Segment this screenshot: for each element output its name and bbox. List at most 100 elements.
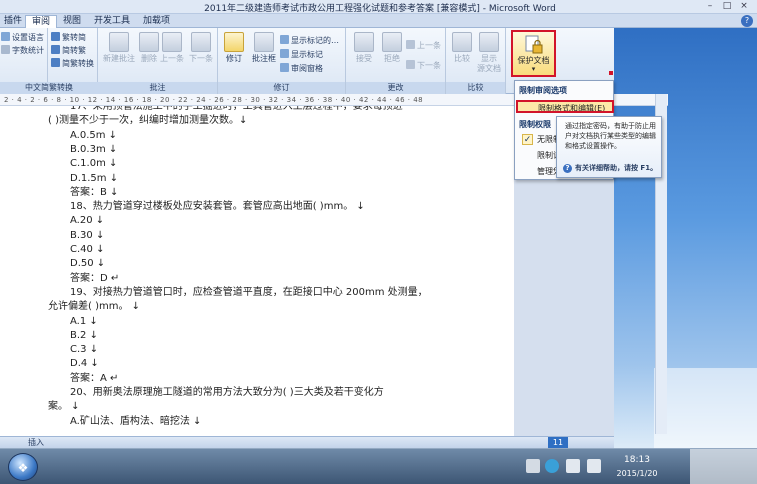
clock-time[interactable]: 18:13: [617, 455, 657, 465]
document-line[interactable]: B.0.3m ↓: [70, 143, 117, 157]
tracking-group: 修订 批注框 显示标记的… 显示标记 审阅窗格 修订: [218, 28, 346, 94]
menu-item-restrict-formatting-editing[interactable]: 限制格式和编辑(E): [516, 100, 614, 113]
close-button[interactable]: ×: [737, 1, 751, 12]
help-icon[interactable]: ?: [741, 15, 753, 27]
zoom-level[interactable]: 11: [548, 437, 568, 448]
track-changes-button[interactable]: 修订: [220, 32, 248, 80]
next-change-button[interactable]: 下一条: [406, 60, 441, 72]
document-line[interactable]: D.1.5m ↓: [70, 172, 118, 186]
display-for-review-select[interactable]: 显示标记的…: [280, 35, 339, 47]
source-documents-icon: [479, 32, 499, 52]
reject-icon: [382, 32, 402, 52]
document-line[interactable]: 答案：D ↵: [70, 272, 119, 286]
tab-addins[interactable]: 加载项: [137, 15, 176, 28]
document-line[interactable]: 案。 ↓: [48, 400, 80, 414]
maximize-button[interactable]: □: [720, 1, 734, 12]
tray-icon[interactable]: [526, 459, 540, 473]
start-button[interactable]: ❖: [8, 453, 38, 481]
document-line[interactable]: 20、用新奥法原理施工隧道的常用方法大致分为( )三大类及若干变化方: [70, 386, 384, 400]
previous-arrow-icon: [162, 32, 182, 52]
previous-arrow-icon: [406, 40, 415, 49]
chinese-conversion-group: 繁转简 简转繁 简繁转换 中文简繁转换: [0, 28, 98, 94]
previous-change-button[interactable]: 上一条: [406, 40, 441, 52]
minimize-button[interactable]: –: [703, 1, 717, 12]
checkmark-icon: ✓: [522, 134, 533, 145]
compare-group: 比较 显示 源文档 比较: [446, 28, 506, 94]
language-icon: [1, 32, 10, 41]
document-line[interactable]: C.3 ↓: [70, 343, 98, 357]
clock-date[interactable]: 2015/1/20: [608, 469, 666, 478]
markup-icon: [280, 49, 289, 58]
show-markup-button[interactable]: 显示标记: [280, 49, 323, 61]
comments-group: 新建批注 删除 上一条 下一条 批注: [98, 28, 218, 94]
tab-review[interactable]: 审阅: [25, 15, 58, 28]
document-line[interactable]: D.4 ↓: [70, 357, 99, 371]
convert-icon: [51, 58, 60, 67]
reviewing-pane-icon: [280, 63, 289, 72]
help-icon: ?: [563, 164, 572, 173]
document-line[interactable]: 19、对接热力管道管口时，应检查管道平直度，在距接口中心 200mm 处测量，: [70, 286, 428, 300]
next-comment-button[interactable]: 下一条: [186, 32, 216, 80]
accept-icon: [354, 32, 374, 52]
balloons-button[interactable]: 批注框: [248, 32, 280, 80]
protect-document-button[interactable]: 保护文档 ▾: [511, 30, 556, 77]
menu-heading-restrict-review: 限制审阅选项: [519, 86, 567, 95]
new-comment-icon: [109, 32, 129, 52]
title-bar: 2011年二级建造师考试市政公用工程强化试题和参考答案 [兼容模式] - Mic…: [0, 0, 757, 14]
document-line[interactable]: 18、热力管道穿过楼板处应安装套管。套管应高出地面( )mm。 ↓: [70, 200, 365, 214]
word-count-button[interactable]: 字数统计: [1, 45, 44, 57]
document-line[interactable]: B.2 ↓: [70, 329, 98, 343]
document-line[interactable]: A.矿山法、盾构法、暗挖法 ↓: [70, 415, 201, 429]
balloons-icon: [254, 32, 274, 52]
previous-comment-button[interactable]: 上一条: [158, 32, 186, 80]
menu-heading-restrict-permission: 限制权限: [519, 120, 551, 129]
tab-plugins[interactable]: 插件: [0, 15, 28, 28]
volume-icon[interactable]: [587, 459, 601, 473]
word-count-icon: [1, 45, 10, 54]
new-comment-button[interactable]: 新建批注: [102, 32, 136, 80]
document-line[interactable]: C.40 ↓: [70, 243, 104, 257]
chinese-conversion-button[interactable]: 简繁转换: [51, 58, 94, 70]
next-arrow-icon: [406, 60, 415, 69]
document-line[interactable]: 17、采用顶管法施工中的手工掘进时，工具管进入土层过程中，要求每顶进: [70, 106, 403, 114]
reviewing-pane-button[interactable]: 审阅窗格: [280, 63, 323, 75]
document-line[interactable]: D.50 ↓: [70, 257, 105, 271]
tab-view[interactable]: 视图: [57, 15, 87, 28]
taskbar: ❖ 18:13 2015/1/20: [0, 448, 757, 484]
tooltip-text: 通过指定密码，有助于防止用户对文档执行某些类型的编辑和格式设置操作。: [565, 122, 656, 150]
document-line[interactable]: 答案：A ↵: [70, 372, 118, 386]
show-source-documents-button[interactable]: 显示 源文档: [474, 32, 504, 80]
simplified-to-traditional-button[interactable]: 简转繁: [51, 45, 86, 57]
display-icon: [280, 35, 289, 44]
document-line[interactable]: ( )测量不少于一次，纠编时增加测量次数。↓: [48, 114, 247, 128]
status-bar: 插入 11: [0, 436, 614, 448]
chevron-down-icon: ▾: [531, 65, 536, 73]
document-page[interactable]: 17、采用顶管法施工中的手工掘进时，工具管进入土层过程中，要求每顶进( )测量不…: [0, 106, 514, 436]
document-line[interactable]: A.0.5m ↓: [70, 129, 117, 143]
tooltip: 通过指定密码，有助于防止用户对文档执行某些类型的编辑和格式设置操作。 ? 有关详细…: [556, 116, 662, 178]
document-line[interactable]: 允许偏差( )mm。 ↓: [48, 300, 140, 314]
document-line[interactable]: B.30 ↓: [70, 229, 104, 243]
changes-group-label: 更改: [346, 82, 445, 94]
compare-button[interactable]: 比较: [448, 32, 476, 80]
set-language-button[interactable]: 设置语言: [1, 32, 44, 44]
compare-group-label: 比较: [446, 82, 505, 94]
traditional-to-simplified-button[interactable]: 繁转简: [51, 32, 86, 44]
reject-button[interactable]: 拒绝: [376, 32, 408, 80]
next-arrow-icon: [191, 32, 211, 52]
document-line[interactable]: 答案：B ↓: [70, 186, 118, 200]
protect-document-label: 保护文档: [517, 56, 550, 65]
document-line[interactable]: A.20 ↓: [70, 214, 104, 228]
red-marker: [609, 71, 613, 75]
document-line[interactable]: A.1 ↓: [70, 315, 98, 329]
tooltip-help: ? 有关详细帮助，请按 F1。: [563, 163, 657, 173]
track-changes-icon: [224, 32, 244, 52]
flag-icon[interactable]: [566, 459, 580, 473]
lock-icon: [525, 35, 543, 55]
tab-developer[interactable]: 开发工具: [88, 15, 136, 28]
tracking-group-label: 修订: [218, 82, 345, 94]
convert-icon: [51, 32, 60, 41]
network-icon[interactable]: [545, 459, 559, 473]
convert-icon: [51, 45, 60, 54]
document-line[interactable]: C.1.0m ↓: [70, 157, 117, 171]
